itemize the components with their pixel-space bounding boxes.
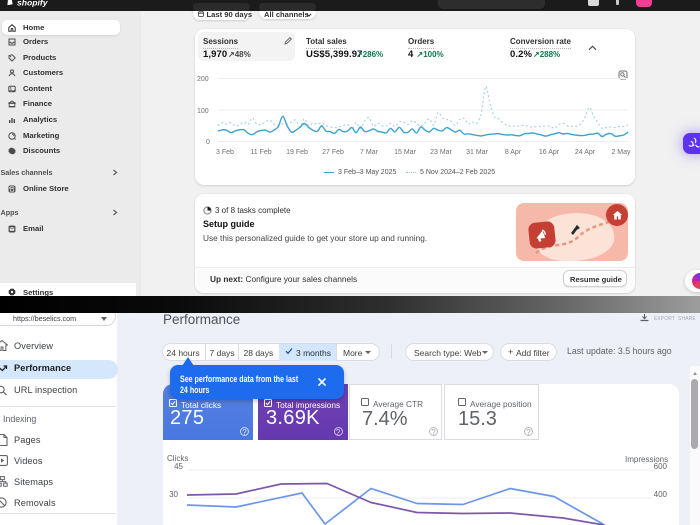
svg-text:shopify: shopify [17,0,49,7]
